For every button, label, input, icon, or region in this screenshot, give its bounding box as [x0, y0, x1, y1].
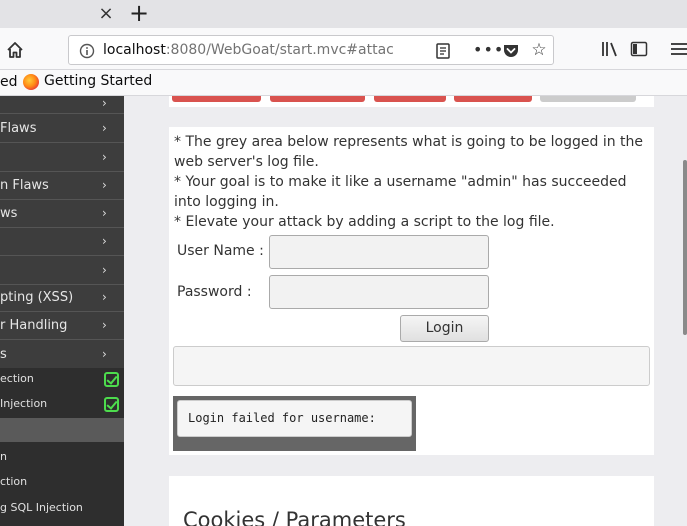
- log-message: Login failed for username:: [177, 400, 412, 437]
- section-title: Cookies / Parameters: [183, 508, 406, 526]
- divider: [0, 339, 124, 340]
- close-tab-icon[interactable]: ×: [96, 4, 116, 24]
- sidebar-item-label: ws: [0, 206, 18, 221]
- chevron-right-icon: ›: [102, 263, 107, 277]
- url-bar[interactable]: localhost:8080/WebGoat/start.mvc#attack/…: [68, 35, 554, 65]
- library-icon[interactable]: [600, 40, 620, 58]
- divider: [0, 227, 124, 228]
- login-button[interactable]: Login: [400, 315, 489, 342]
- restart-lesson-button[interactable]: [540, 96, 636, 102]
- hamburger-menu-icon[interactable]: [670, 41, 687, 57]
- sidebar-item-1[interactable]: Flaws ›: [0, 121, 124, 136]
- pocket-icon[interactable]: [502, 42, 520, 60]
- chevron-right-icon: ›: [102, 318, 107, 332]
- submenu-item-4[interactable]: ction: [0, 475, 124, 488]
- submenu-item-label: ection: [0, 372, 34, 385]
- chevron-right-icon: ›: [102, 121, 107, 135]
- submenu-item-label: n: [0, 450, 7, 463]
- check-icon: [104, 372, 119, 387]
- sidebar-item-label: Flaws: [0, 121, 37, 136]
- navigation-bar: localhost:8080/WebGoat/start.mvc#attack/…: [0, 28, 687, 70]
- password-input[interactable]: [269, 275, 489, 309]
- show-solution-button[interactable]: [270, 96, 365, 102]
- url-text[interactable]: localhost:8080/WebGoat/start.mvc#attack/…: [103, 42, 393, 58]
- bookmark-star-icon[interactable]: ☆: [529, 40, 549, 60]
- submenu-item-3[interactable]: n: [0, 450, 124, 463]
- lesson-sidebar: › Flaws › › n Flaws › ws › › › pting (XSS) ›…: [0, 96, 124, 526]
- feedback-area: [173, 346, 650, 386]
- bookmark-partial[interactable]: ed: [0, 74, 18, 90]
- chevron-right-icon: ›: [102, 290, 107, 304]
- submenu-item-label: Injection: [0, 397, 48, 410]
- chevron-right-icon: ›: [102, 96, 107, 110]
- firefox-icon: [23, 74, 39, 90]
- check-icon: [104, 397, 119, 412]
- submenu-item-0[interactable]: ection: [0, 372, 124, 387]
- log-output-box: Login failed for username:: [173, 396, 416, 451]
- chevron-right-icon: ›: [102, 150, 107, 164]
- more-actions-icon[interactable]: •••: [473, 42, 503, 60]
- lesson-panel: * The grey area below represents what is…: [169, 127, 654, 455]
- sidebar-item-9[interactable]: s ›: [0, 347, 124, 362]
- info-icon[interactable]: [79, 43, 95, 59]
- sidebar-item-label: n Flaws: [0, 178, 49, 193]
- lesson-content: * The grey area below represents what is…: [124, 96, 687, 526]
- divider: [0, 171, 124, 172]
- sidebar-toggle-icon[interactable]: [630, 41, 648, 57]
- instruction-1: * The grey area below represents what is…: [174, 134, 644, 170]
- username-input[interactable]: [269, 235, 489, 269]
- reader-view-icon[interactable]: [435, 42, 451, 60]
- password-label: Password :: [177, 284, 252, 300]
- sidebar-item-8[interactable]: r Handling ›: [0, 318, 124, 333]
- show-plan-button[interactable]: [374, 96, 446, 102]
- sidebar-item-label: pting (XSS): [0, 290, 74, 305]
- divider: [0, 199, 124, 200]
- instruction-2: * Your goal is to make it like a usernam…: [174, 174, 627, 210]
- submenu-item-1[interactable]: Injection: [0, 397, 124, 412]
- sidebar-item-label: r Handling: [0, 318, 68, 333]
- tab-strip: × +: [0, 0, 687, 28]
- url-host: localhost: [103, 42, 166, 58]
- sidebar-item-7[interactable]: pting (XSS) ›: [0, 290, 124, 305]
- sidebar-item-label: s: [0, 347, 7, 362]
- page-scrollbar[interactable]: [683, 160, 687, 335]
- sidebar-item-3[interactable]: n Flaws ›: [0, 178, 124, 193]
- submenu-item-active[interactable]: [0, 418, 124, 442]
- new-tab-button[interactable]: +: [128, 1, 150, 25]
- divider: [0, 113, 124, 114]
- chevron-right-icon: ›: [102, 347, 107, 361]
- next-lesson-panel: Cookies / Parameters: [169, 476, 654, 526]
- show-hints-button[interactable]: [454, 96, 532, 102]
- submenu-item-5[interactable]: g SQL Injection: [0, 501, 124, 514]
- divider: [0, 142, 124, 143]
- url-path: :8080/WebGoat/start.mvc#attack/1: [165, 42, 393, 58]
- lesson-buttons-panel: [169, 96, 654, 107]
- instruction-3: * Elevate your attack by adding a script…: [174, 214, 555, 230]
- home-icon[interactable]: [5, 40, 25, 60]
- sidebar-item-4[interactable]: ws ›: [0, 206, 124, 221]
- submenu-item-label: g SQL Injection: [0, 501, 83, 514]
- divider: [0, 255, 124, 256]
- bookmark-getting-started[interactable]: Getting Started: [44, 73, 152, 89]
- divider: [0, 311, 124, 312]
- username-label: User Name :: [177, 243, 264, 259]
- submenu-item-label: ction: [0, 475, 28, 488]
- divider: [0, 284, 124, 285]
- chevron-right-icon: ›: [102, 178, 107, 192]
- bookmarks-bar: ed Getting Started: [0, 70, 687, 96]
- show-source-button[interactable]: [172, 96, 261, 102]
- sidebar-submenu: ection Injection n ction g SQL Injection: [0, 368, 124, 526]
- chevron-right-icon: ›: [102, 206, 107, 220]
- chevron-right-icon: ›: [102, 234, 107, 248]
